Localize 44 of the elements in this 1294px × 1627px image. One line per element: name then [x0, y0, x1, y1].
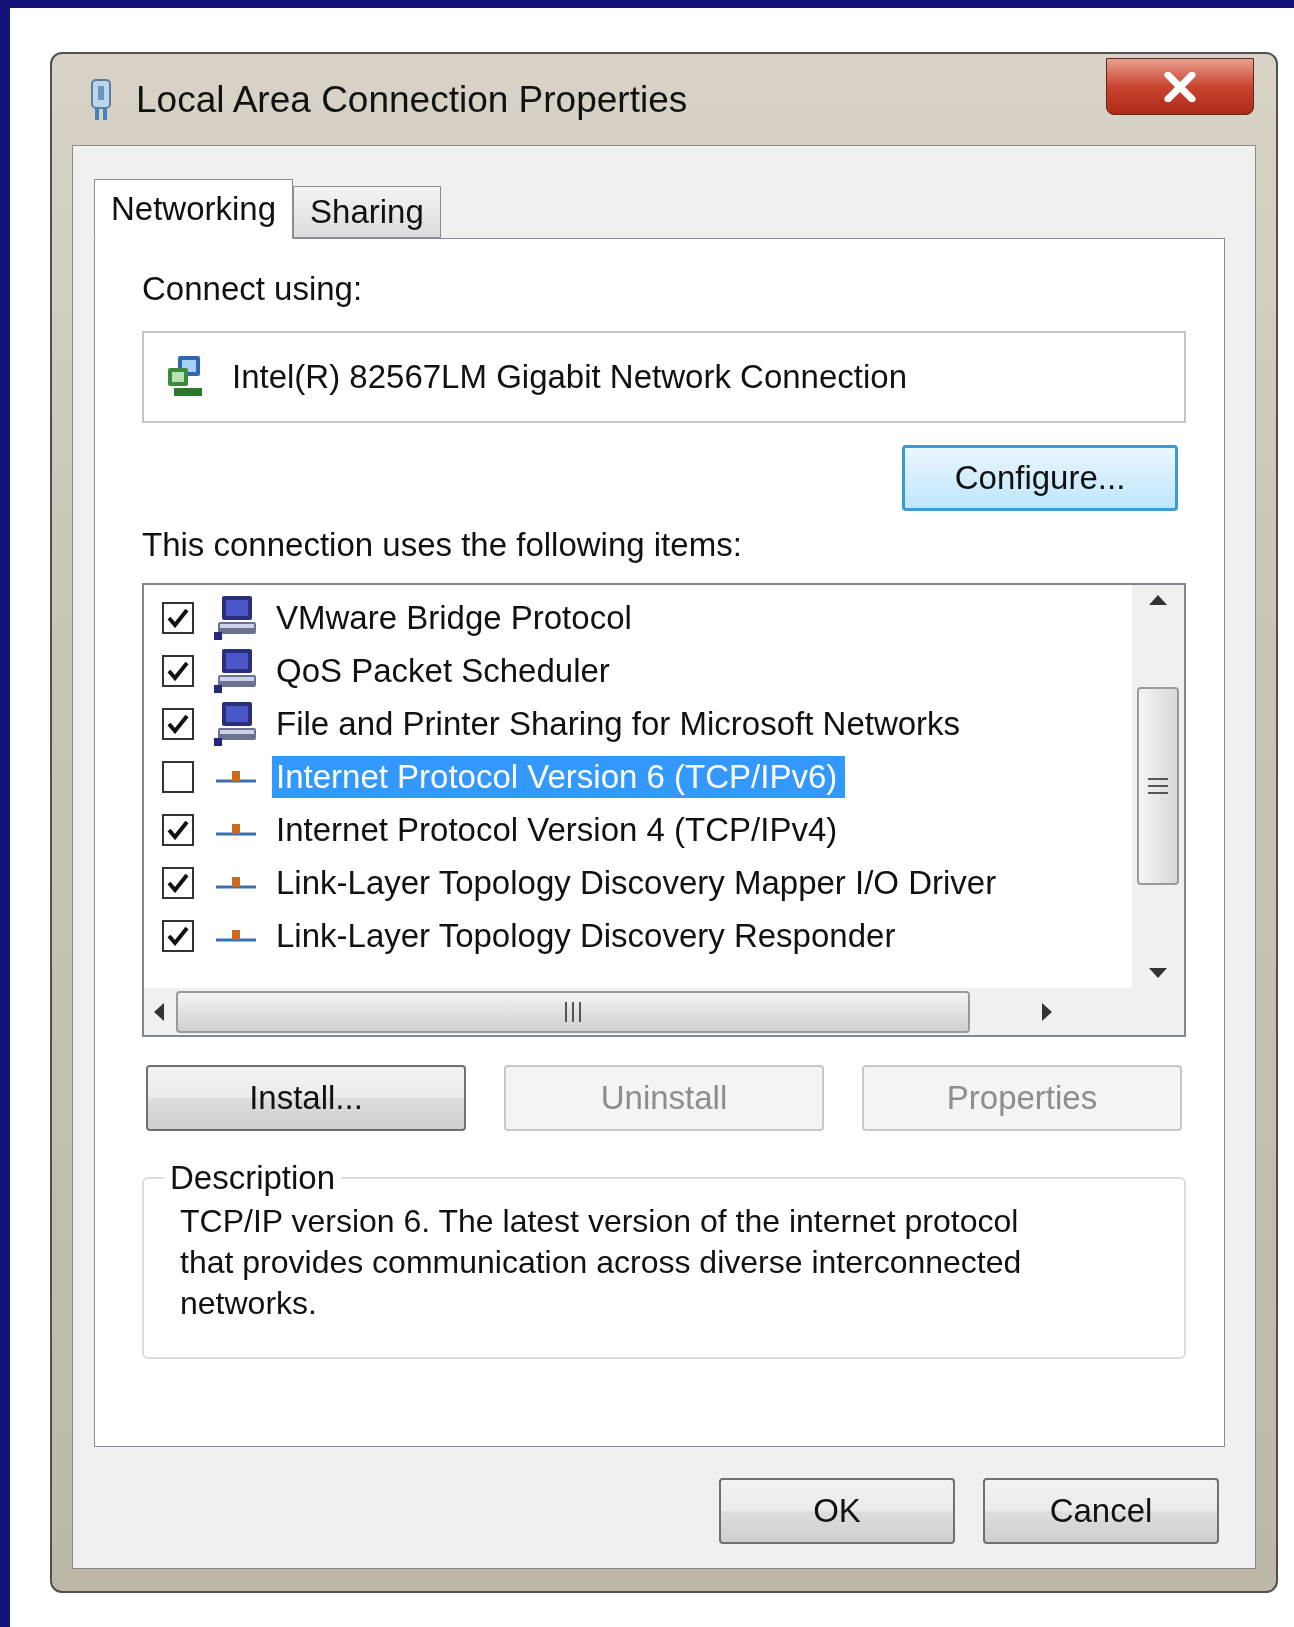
window-title: Local Area Connection Properties	[136, 78, 688, 121]
checkbox[interactable]	[162, 601, 194, 634]
checkbox[interactable]	[162, 866, 194, 899]
adapter-name: Intel(R) 82567LM Gigabit Network Connection	[232, 358, 907, 396]
tab[interactable]: Networking	[94, 179, 294, 239]
vertical-scrollbar[interactable]	[1132, 585, 1184, 988]
list-item[interactable]: Link-Layer Topology Discovery Mapper I/O Driver	[272, 861, 1005, 904]
check-icon	[167, 660, 189, 681]
list-item[interactable]: QoS Packet Scheduler	[272, 649, 618, 692]
items-label: This connection uses the following items:	[142, 525, 743, 565]
list-item[interactable]: Link-Layer Topology Discovery Responder	[272, 914, 904, 957]
connect-using-label: Connect using:	[142, 269, 364, 309]
grip-icon	[1148, 777, 1168, 795]
tab[interactable]: Sharing	[293, 186, 441, 238]
dialog-button[interactable]: Cancel	[983, 1478, 1219, 1544]
checkbox[interactable]	[162, 919, 194, 952]
scrollbar-thumb[interactable]	[1137, 687, 1179, 885]
check-icon	[167, 713, 189, 734]
configure-button[interactable]: Configure...	[902, 445, 1178, 511]
check-icon	[167, 607, 189, 628]
list-item[interactable]: File and Printer Sharing for Microsoft Networks	[272, 702, 969, 745]
checkbox[interactable]	[162, 654, 194, 687]
scroll-down-icon	[1149, 968, 1167, 978]
scroll-right-icon	[1042, 1002, 1052, 1021]
checkbox[interactable]	[162, 813, 194, 846]
dialog-button[interactable]: OK	[719, 1478, 955, 1544]
close-icon	[1163, 71, 1197, 102]
scroll-up-icon	[1149, 595, 1167, 605]
check-icon	[167, 872, 189, 893]
grip-icon	[564, 1001, 582, 1022]
scroll-left-icon	[154, 1002, 164, 1021]
scrollbar-thumb[interactable]	[176, 990, 970, 1033]
description-text: TCP/IP version 6. The latest version of the internet protocol that provides communication across diverse interconnected networks.	[180, 1202, 1023, 1323]
list-item[interactable]: VMware Bridge Protocol	[272, 596, 640, 639]
checkbox[interactable]	[162, 707, 194, 740]
list-item[interactable]: Internet Protocol Version 4 (TCP/IPv4)	[272, 808, 846, 851]
description-label: Description	[169, 1159, 337, 1197]
horizontal-scrollbar[interactable]	[144, 988, 1132, 1035]
check-icon	[167, 819, 189, 840]
checkbox[interactable]	[162, 760, 194, 793]
close-button[interactable]	[1106, 58, 1254, 115]
plug-icon	[88, 77, 114, 122]
action-button[interactable]: Install...	[146, 1065, 466, 1131]
check-icon	[167, 925, 189, 946]
